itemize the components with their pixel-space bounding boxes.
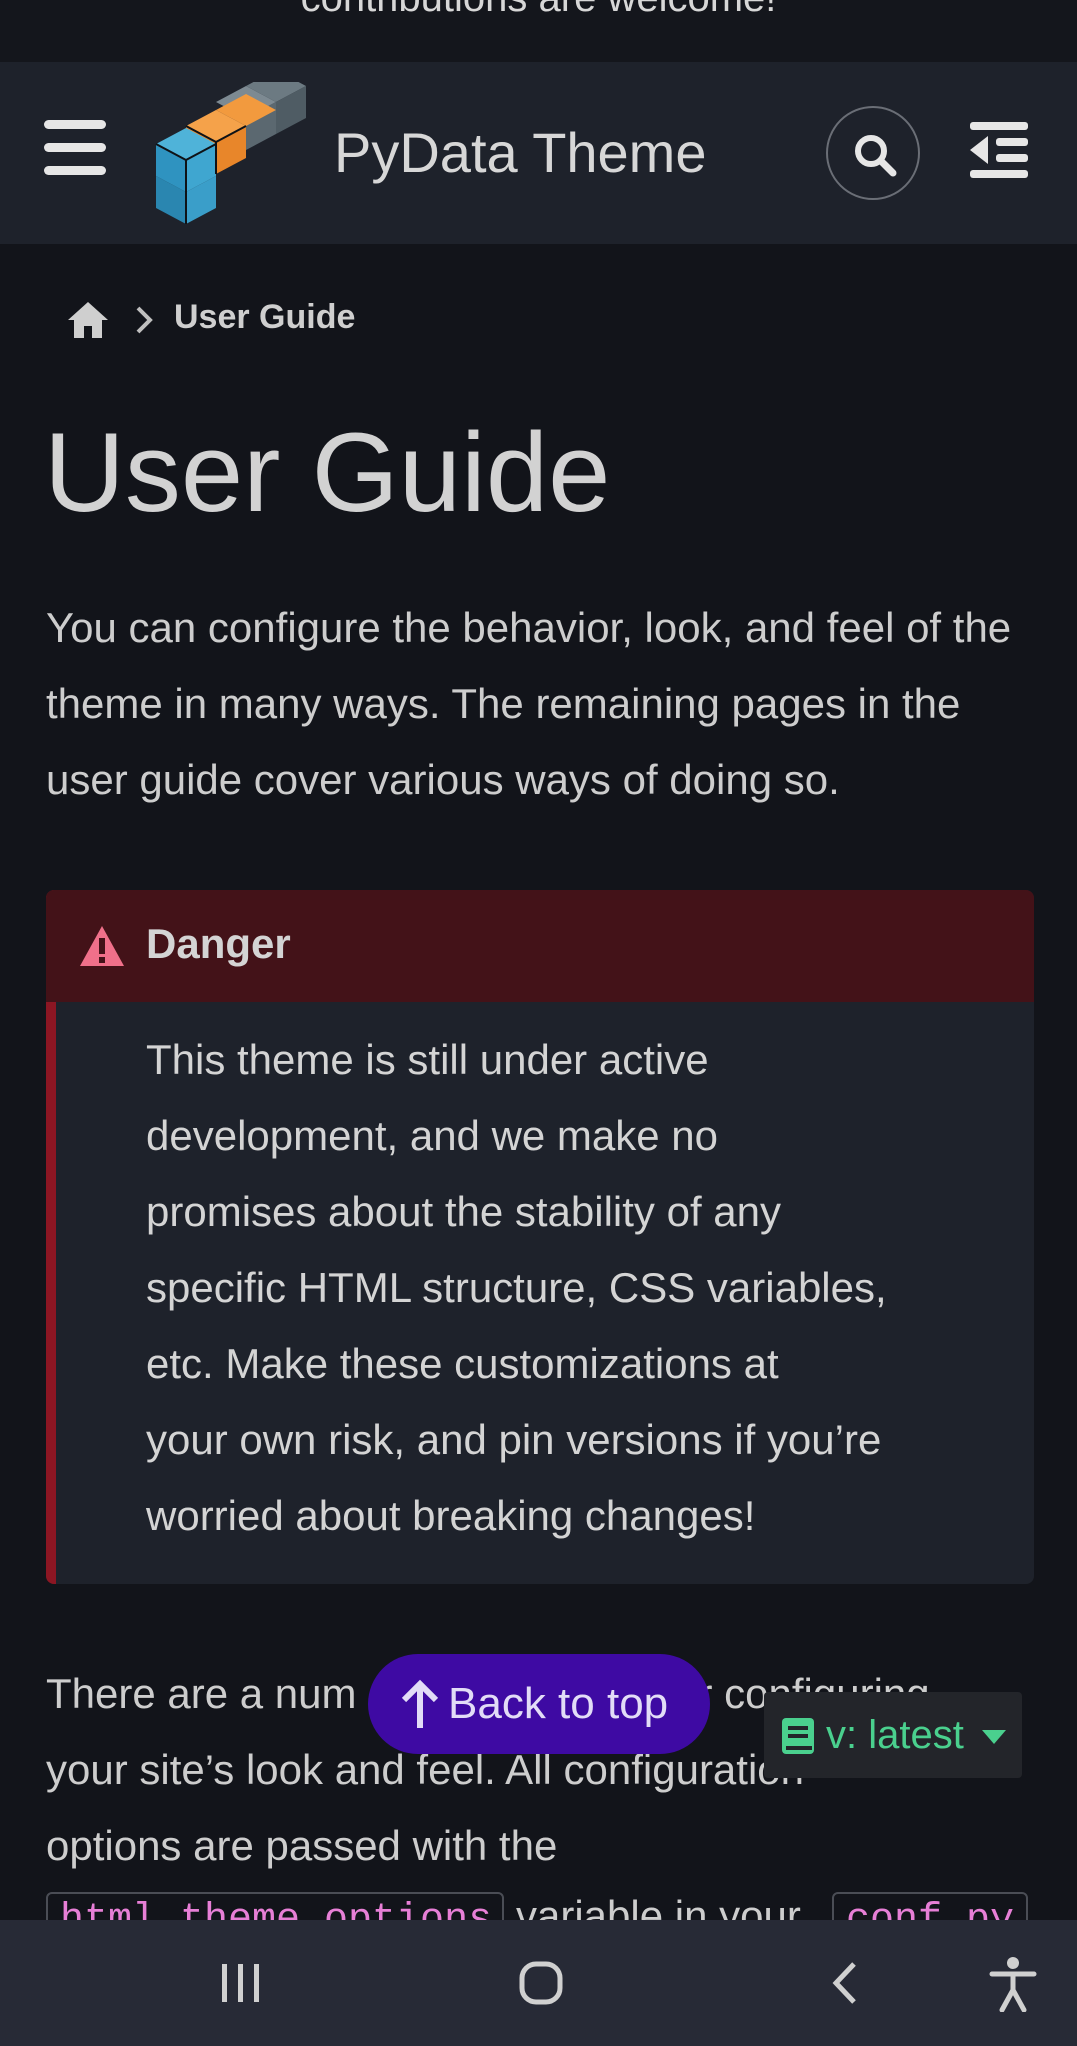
page-title: User Guide: [44, 410, 611, 535]
admonition-line: etc. Make these customizations at: [146, 1340, 779, 1387]
admonition-header: Danger: [46, 890, 1034, 1002]
version-label: v: latest: [826, 1713, 964, 1757]
admonition-title: Danger: [146, 920, 291, 967]
recents-icon[interactable]: [218, 1960, 264, 2006]
admonition-line: promises about the stability of any: [146, 1188, 782, 1235]
admonition-line: This theme is still under active: [146, 1036, 709, 1083]
book-icon: [782, 1718, 814, 1754]
navbar: PyData Theme: [0, 62, 1077, 244]
intro-paragraph: You can configure the behavior, look, an…: [46, 604, 1012, 803]
back-chevron-icon[interactable]: [824, 1960, 870, 2006]
search-button[interactable]: [826, 106, 920, 200]
toc-outdent-icon[interactable]: [966, 116, 1032, 182]
arrow-up-icon: [401, 1679, 439, 1728]
pydata-logo[interactable]: [146, 82, 316, 224]
hamburger-menu-icon[interactable]: [44, 120, 106, 176]
admonition-body: This theme is still under active develop…: [146, 1022, 996, 1554]
danger-admonition: Danger This theme is still under active …: [46, 890, 1034, 1584]
home-icon[interactable]: [66, 300, 110, 340]
admonition-line: worried about breaking changes!: [146, 1492, 756, 1539]
announcement-banner: contributions are welcome!: [0, 0, 1077, 62]
config-line-3: options are passed with the: [46, 1822, 558, 1869]
admonition-line: your own risk, and pin versions if you’r…: [146, 1416, 882, 1463]
back-to-top-label: Back to top: [448, 1679, 669, 1728]
accessibility-icon[interactable]: [988, 1956, 1038, 2012]
system-nav-bar: [0, 1920, 1077, 2046]
home-circle-icon[interactable]: [518, 1960, 564, 2006]
warning-triangle-icon: [80, 926, 124, 966]
chevron-right-icon: [136, 306, 153, 334]
config-line-1-start: There are a num: [46, 1670, 357, 1717]
back-to-top-button[interactable]: Back to top: [368, 1654, 710, 1754]
announcement-text: contributions are welcome!: [0, 0, 1077, 22]
admonition-line: specific HTML structure, CSS variables,: [146, 1264, 887, 1311]
caret-down-icon: [982, 1730, 1006, 1744]
admonition-line: development, and we make no: [146, 1112, 719, 1159]
search-icon: [855, 135, 897, 177]
brand-title[interactable]: PyData Theme: [334, 118, 706, 188]
breadcrumb-current: User Guide: [174, 298, 356, 336]
version-switcher[interactable]: v: latest: [764, 1692, 1022, 1778]
